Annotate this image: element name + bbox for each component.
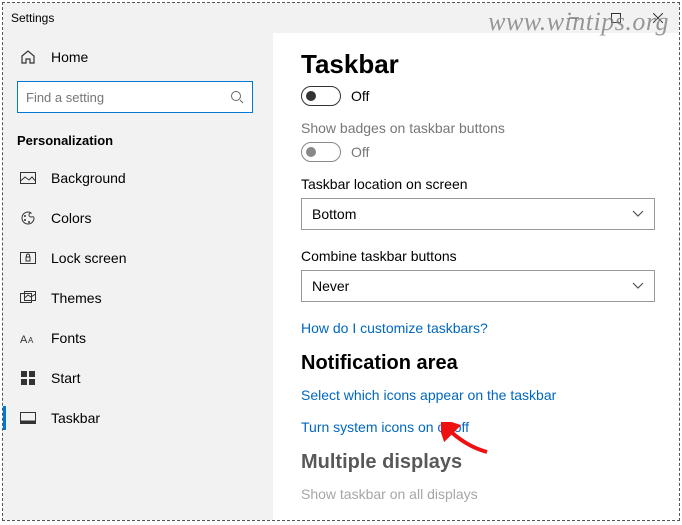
chevron-down-icon	[632, 282, 644, 290]
window-title: Settings	[11, 11, 54, 25]
search-input[interactable]	[17, 81, 253, 113]
location-label: Taskbar location on screen	[301, 176, 653, 192]
sidebar-item-label: Background	[51, 170, 126, 186]
svg-text:A: A	[20, 334, 28, 345]
notification-area-title: Notification area	[301, 352, 653, 375]
chevron-down-icon	[632, 210, 644, 218]
sidebar-home[interactable]: Home	[3, 39, 273, 75]
title-bar: Settings	[3, 3, 679, 33]
sidebar-home-label: Home	[51, 49, 88, 65]
customize-link[interactable]: How do I customize taskbars?	[301, 320, 653, 336]
background-icon	[19, 172, 37, 184]
sidebar-item-fonts[interactable]: AA Fonts	[3, 318, 273, 358]
sidebar-item-label: Colors	[51, 210, 91, 226]
home-icon	[19, 49, 37, 65]
multi-label: Show taskbar on all displays	[301, 486, 653, 502]
badges-label: Show badges on taskbar buttons	[301, 120, 653, 136]
sidebar-item-label: Fonts	[51, 330, 86, 346]
sidebar-item-label: Themes	[51, 290, 102, 306]
sidebar-item-lockscreen[interactable]: Lock screen	[3, 238, 273, 278]
location-value: Bottom	[312, 206, 356, 222]
sidebar-item-colors[interactable]: Colors	[3, 198, 273, 238]
location-select[interactable]: Bottom	[301, 198, 655, 230]
toggle-switch[interactable]	[301, 86, 341, 106]
page-title: Taskbar	[301, 49, 653, 80]
search-field[interactable]	[26, 90, 230, 105]
combine-value: Never	[312, 278, 349, 294]
sidebar-item-label: Start	[51, 370, 81, 386]
svg-text:A: A	[28, 336, 34, 345]
sidebar-item-start[interactable]: Start	[3, 358, 273, 398]
select-icons-link[interactable]: Select which icons appear on the taskbar	[301, 387, 653, 403]
start-icon	[19, 371, 37, 385]
system-icons-link[interactable]: Turn system icons on or off	[301, 419, 653, 435]
sidebar-item-label: Taskbar	[51, 410, 100, 426]
lockscreen-icon	[19, 252, 37, 264]
multiple-displays-title: Multiple displays	[301, 451, 653, 474]
main-content: Taskbar Off Show badges on taskbar butto…	[273, 33, 679, 520]
sidebar-category: Personalization	[17, 133, 273, 148]
toggle-badges	[301, 142, 341, 162]
maximize-button[interactable]	[595, 3, 637, 33]
combine-select[interactable]: Never	[301, 270, 655, 302]
sidebar-item-label: Lock screen	[51, 250, 126, 266]
taskbar-icon	[19, 412, 37, 424]
toggle-value: Off	[351, 88, 369, 104]
sidebar: Home Personalization Background C	[3, 33, 273, 520]
close-button[interactable]	[637, 3, 679, 33]
colors-icon	[19, 210, 37, 226]
fonts-icon: AA	[19, 331, 37, 345]
sidebar-item-themes[interactable]: Themes	[3, 278, 273, 318]
sidebar-item-taskbar[interactable]: Taskbar	[3, 398, 273, 438]
themes-icon	[19, 291, 37, 305]
combine-label: Combine taskbar buttons	[301, 248, 653, 264]
search-icon	[230, 90, 244, 104]
toggle-badges-value: Off	[351, 144, 369, 160]
sidebar-item-background[interactable]: Background	[3, 158, 273, 198]
minimize-button[interactable]	[553, 3, 595, 33]
